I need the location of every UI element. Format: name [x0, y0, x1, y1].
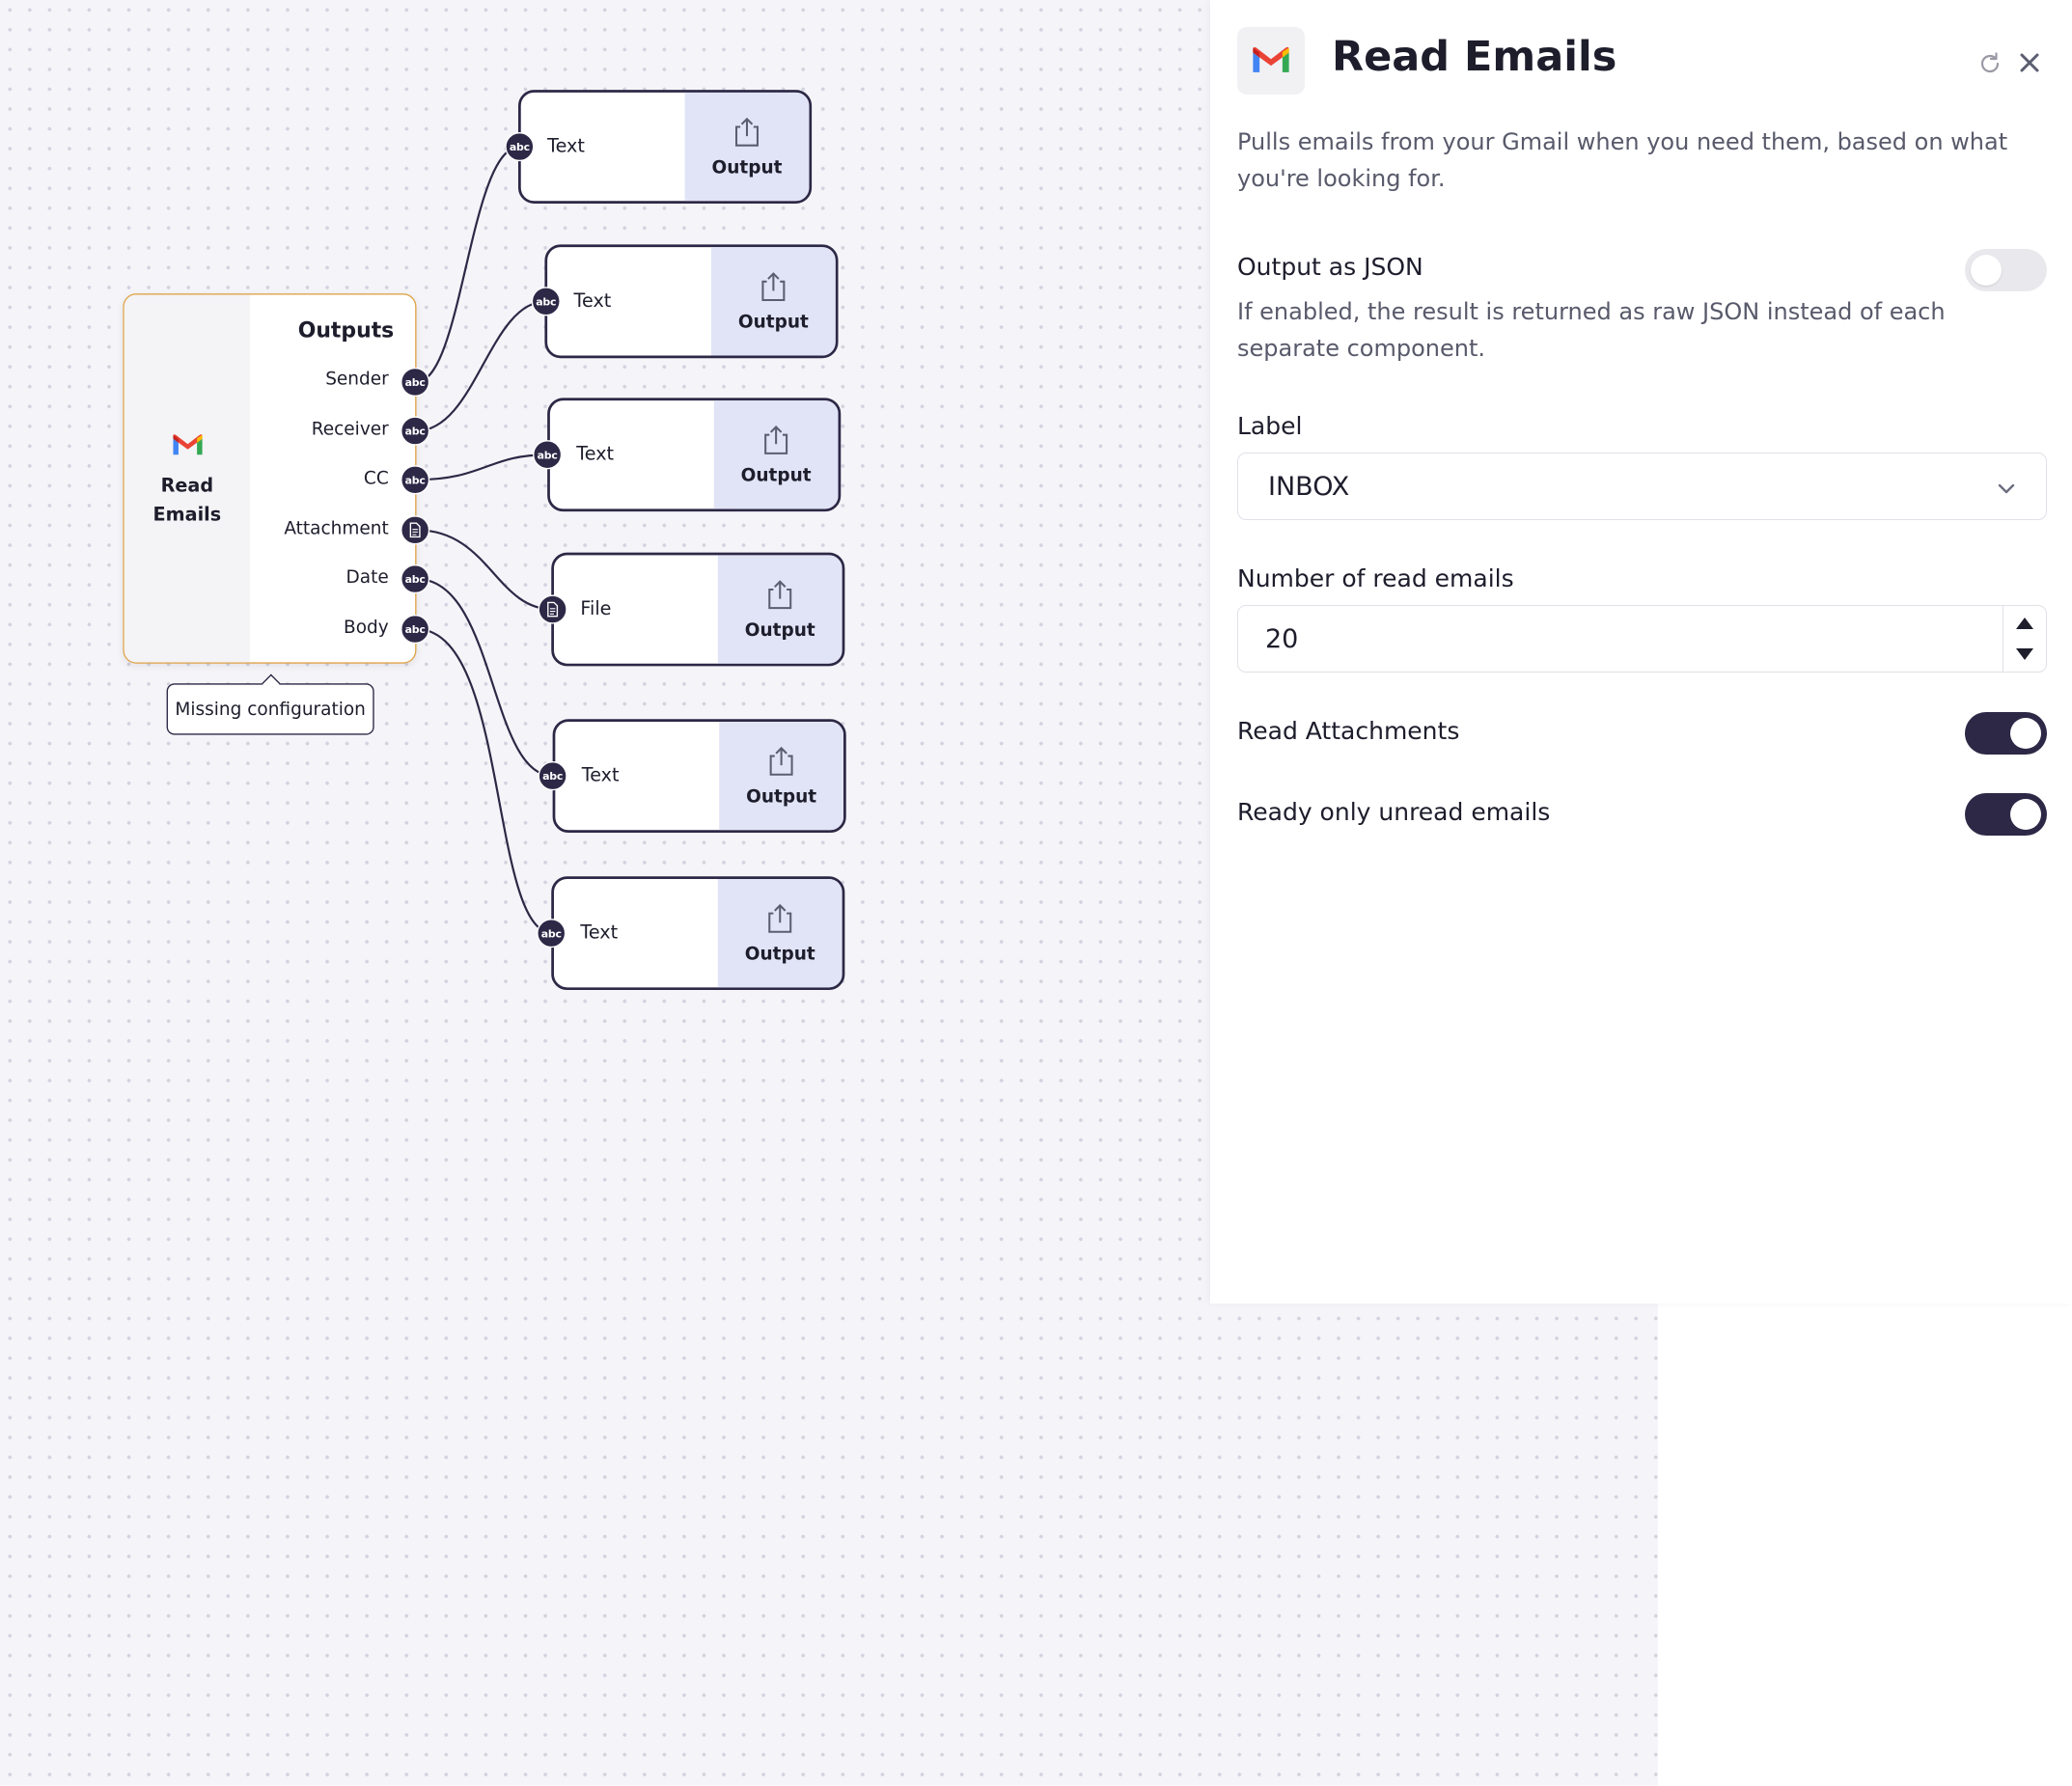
output-panel: Output — [719, 721, 843, 831]
input-port-6[interactable]: abc — [537, 919, 566, 948]
number-field-label: Number of read emails — [1237, 564, 1514, 592]
output-label-cc: CC — [363, 467, 389, 489]
output-node-2[interactable]: Text Output — [544, 244, 839, 359]
toggle-knob — [2010, 799, 2041, 830]
output-label-attachment: Attachment — [284, 518, 389, 539]
input-label: Text — [573, 290, 612, 313]
upload-icon — [761, 272, 786, 301]
label-select-value: INBOX — [1268, 472, 1350, 502]
panel-description: Pulls emails from your Gmail when you ne… — [1237, 128, 2008, 192]
file-icon — [409, 522, 421, 538]
output-panel: Output — [717, 878, 843, 988]
output-node-3[interactable]: Text Output — [547, 398, 842, 512]
output-title: Output — [746, 786, 817, 809]
output-json-help: If enabled, the result is returned as ra… — [1237, 298, 1946, 362]
upload-icon — [764, 426, 788, 454]
port-sender[interactable]: abc — [401, 367, 430, 397]
input-port-3[interactable]: abc — [533, 440, 563, 470]
port-receiver[interactable]: abc — [401, 416, 430, 446]
output-node-5[interactable]: Text Output — [552, 719, 846, 834]
edge-attachment[interactable] — [416, 529, 553, 611]
node-name: Read Emails — [152, 476, 222, 527]
increment-icon[interactable] — [2016, 618, 2033, 629]
input-label: Text — [547, 136, 585, 158]
unread-only-label: Ready only unread emails — [1237, 798, 1551, 826]
output-label-body: Body — [344, 617, 389, 639]
input-port-1[interactable]: abc — [505, 131, 535, 162]
read-attachments-label: Read Attachments — [1237, 717, 1460, 745]
output-panel: Output — [684, 92, 810, 202]
edge-sender[interactable] — [416, 145, 520, 383]
node-icon-area: Read Emails — [124, 294, 250, 663]
upload-icon — [768, 903, 792, 933]
gmail-icon — [173, 434, 203, 455]
close-icon[interactable] — [2015, 48, 2044, 77]
port-body[interactable]: abc — [401, 615, 430, 645]
decrement-icon[interactable] — [2016, 648, 2033, 660]
input-label: Text — [581, 765, 620, 787]
label-field-label: Label — [1237, 412, 1303, 440]
output-label-sender: Sender — [325, 369, 389, 391]
outputs-title: Outputs — [297, 316, 395, 343]
config-panel: Read Emails Pulls emails from your Gmail… — [1210, 0, 2072, 1304]
output-title: Output — [740, 465, 812, 487]
number-of-emails-input[interactable]: 20 — [1237, 605, 2047, 673]
output-json-toggle[interactable] — [1965, 249, 2047, 291]
number-input-value: 20 — [1265, 624, 1299, 654]
edge-date[interactable] — [416, 577, 553, 778]
toggle-knob — [2010, 718, 2041, 749]
output-title: Output — [737, 312, 809, 334]
upload-icon — [769, 746, 793, 776]
output-label-date: Date — [345, 566, 389, 589]
output-title: Output — [711, 157, 783, 179]
panel-logo — [1237, 27, 1305, 95]
port-date[interactable]: abc — [401, 563, 430, 594]
quantity-stepper — [2003, 606, 2046, 672]
output-title: Output — [744, 619, 815, 642]
port-cc[interactable]: abc — [401, 465, 430, 495]
file-icon — [547, 601, 559, 618]
output-title: Output — [744, 944, 815, 966]
unread-only-toggle[interactable] — [1965, 793, 2047, 836]
upload-icon — [735, 117, 759, 147]
output-node-6[interactable]: Text Output — [551, 876, 845, 991]
read-attachments-toggle[interactable] — [1965, 712, 2047, 755]
read-emails-node[interactable]: Read Emails Outputs Sender Receiver CC A… — [123, 293, 417, 664]
edge-body[interactable] — [416, 627, 553, 935]
panel-title: Read Emails — [1332, 33, 1617, 81]
input-port-2[interactable]: abc — [531, 287, 561, 316]
output-panel: Output — [711, 247, 836, 356]
output-json-label: Output as JSON — [1237, 253, 1423, 281]
output-node-1[interactable]: Text Output — [518, 90, 813, 204]
upload-icon — [768, 580, 792, 610]
output-panel: Output — [713, 400, 839, 509]
refresh-icon[interactable] — [1976, 50, 2003, 77]
edge-cc[interactable] — [416, 453, 548, 481]
port-attachment[interactable] — [401, 515, 430, 545]
input-port-4[interactable] — [538, 594, 567, 624]
label-select[interactable]: INBOX — [1237, 453, 2047, 520]
chevron-down-icon — [1998, 483, 2015, 494]
toggle-knob — [1971, 255, 2002, 286]
input-label: Text — [576, 444, 615, 466]
missing-config-tooltip: Missing configuration — [166, 683, 374, 735]
output-label-receiver: Receiver — [311, 419, 389, 441]
input-label: Text — [580, 922, 619, 945]
output-panel: Output — [717, 555, 843, 664]
input-port-5[interactable]: abc — [538, 761, 567, 791]
input-label: File — [580, 598, 612, 620]
output-node-4[interactable]: File Output — [551, 552, 845, 667]
gmail-icon — [1253, 46, 1289, 72]
